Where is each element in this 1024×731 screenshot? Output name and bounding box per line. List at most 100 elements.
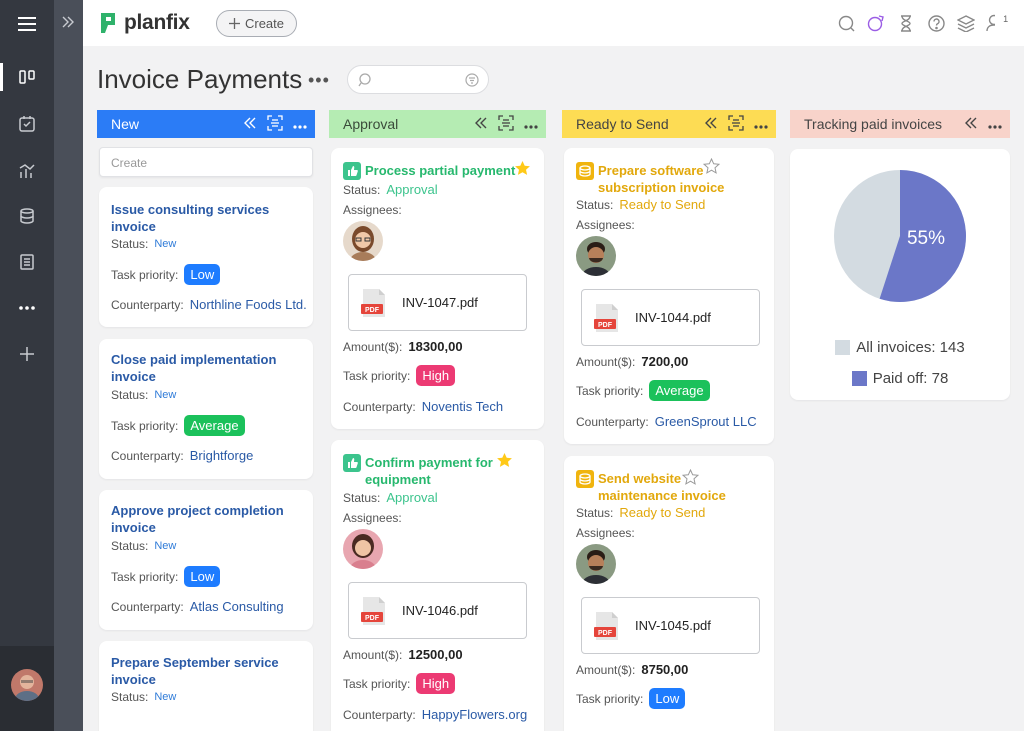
filter-icon[interactable] xyxy=(465,73,479,87)
collapse-column-icon[interactable] xyxy=(474,117,488,132)
legend-label-paid: Paid off: 78 xyxy=(872,370,949,387)
counterparty-link[interactable]: Northline Foods Ltd. xyxy=(190,297,307,312)
task-title[interactable]: Prepare software subscription invoice xyxy=(598,162,744,196)
task-title[interactable]: Close paid implementation invoice xyxy=(111,351,303,385)
task-card[interactable]: Confirm payment for equipment Status: App… xyxy=(331,440,544,731)
documents-icon[interactable] xyxy=(14,249,40,275)
priority-badge[interactable]: Low xyxy=(184,566,221,587)
collapse-column-icon[interactable] xyxy=(704,117,718,132)
scan-icon[interactable] xyxy=(267,114,283,134)
quick-create-field[interactable]: Create xyxy=(99,147,313,177)
tasks-icon[interactable] xyxy=(14,111,40,137)
task-card[interactable]: Issue consulting services invoice Status… xyxy=(99,187,313,327)
task-title[interactable]: Process partial payment xyxy=(365,162,532,179)
priority-badge[interactable]: Average xyxy=(649,380,710,401)
file-name: INV-1047.pdf xyxy=(402,295,478,310)
priority-badge[interactable]: High xyxy=(416,365,456,386)
user-icon[interactable]: 1 xyxy=(986,12,1008,34)
database-icon[interactable] xyxy=(14,203,40,229)
page-more-icon[interactable]: ••• xyxy=(308,70,330,91)
priority-label: Task priority: xyxy=(343,676,411,691)
star-outline-icon[interactable] xyxy=(702,157,721,180)
more-icon[interactable] xyxy=(14,295,40,321)
help-icon[interactable] xyxy=(926,12,946,34)
svg-text:PDF: PDF xyxy=(365,615,380,622)
task-title[interactable]: Issue consulting services invoice xyxy=(111,201,303,235)
task-card[interactable]: Close paid implementation invoice Status… xyxy=(99,339,313,479)
priority-badge[interactable]: High xyxy=(416,673,456,694)
counterparty-link[interactable]: Atlas Consulting xyxy=(190,599,284,614)
file-attachment[interactable]: PDF INV-1044.pdf xyxy=(581,289,760,346)
assignee-avatar[interactable] xyxy=(576,544,616,584)
column-more-icon[interactable] xyxy=(524,117,538,132)
boards-icon[interactable] xyxy=(14,64,40,90)
logo[interactable]: planfix xyxy=(99,11,190,35)
task-card[interactable]: Prepare software subscription invoice St… xyxy=(564,148,774,444)
column-more-icon[interactable] xyxy=(754,117,768,132)
task-title[interactable]: Send website maintenance invoice xyxy=(598,470,744,504)
collapse-column-icon[interactable] xyxy=(243,117,257,132)
scan-icon[interactable] xyxy=(498,114,514,134)
search-input[interactable] xyxy=(376,71,466,86)
task-card[interactable]: Process partial payment Status: Approval … xyxy=(331,148,544,429)
hourglass-icon[interactable] xyxy=(896,12,916,34)
status-value: Ready to Send xyxy=(619,505,706,520)
status-value: New xyxy=(154,691,177,703)
amount-value: 12500,00 xyxy=(408,647,463,662)
task-card[interactable]: Send website maintenance invoice Status:… xyxy=(564,456,774,731)
expand-panel-icon[interactable] xyxy=(61,15,75,33)
create-button-label: Create xyxy=(244,16,285,31)
priority-badge[interactable]: Average xyxy=(184,415,245,436)
counterparty-link[interactable]: Noventis Tech xyxy=(422,399,503,414)
priority-label: Task priority: xyxy=(111,418,179,433)
file-attachment[interactable]: PDF INV-1047.pdf xyxy=(348,274,527,331)
scan-icon[interactable] xyxy=(728,114,744,134)
counterparty-label: Counterparty: xyxy=(111,599,184,614)
amount-label: Amount($): xyxy=(343,339,403,354)
assignee-avatar[interactable] xyxy=(343,221,383,261)
assignee-avatar[interactable] xyxy=(343,529,383,569)
pdf-file-icon: PDF xyxy=(594,303,618,332)
star-icon[interactable] xyxy=(514,160,531,182)
column-more-icon[interactable] xyxy=(293,117,307,132)
status-label: Status: xyxy=(111,388,149,402)
priority-label: Task priority: xyxy=(576,383,644,398)
counterparty-link[interactable]: HappyFlowers.org xyxy=(422,707,528,722)
counterparty-link[interactable]: GreenSprout LLC xyxy=(655,414,757,429)
file-attachment[interactable]: PDF INV-1045.pdf xyxy=(581,597,760,654)
star-icon[interactable] xyxy=(496,452,513,474)
priority-label: Task priority: xyxy=(111,569,179,584)
task-title[interactable]: Prepare September service invoice xyxy=(111,654,303,688)
task-card[interactable]: Prepare September service invoice Status… xyxy=(99,641,313,731)
column-header-new[interactable]: New xyxy=(97,110,315,138)
magic-icon[interactable] xyxy=(866,12,886,34)
counterparty-link[interactable]: Brightforge xyxy=(190,448,254,463)
add-icon[interactable] xyxy=(14,341,40,367)
assignee-avatar[interactable] xyxy=(576,236,616,276)
task-card[interactable]: Approve project completion invoice Statu… xyxy=(99,490,313,630)
task-title[interactable]: Approve project completion invoice xyxy=(111,502,303,536)
user-avatar[interactable] xyxy=(11,669,43,701)
file-attachment[interactable]: PDF INV-1046.pdf xyxy=(348,582,527,639)
priority-badge[interactable]: Low xyxy=(649,688,686,709)
status-label: Status: xyxy=(111,539,149,553)
column-more-icon[interactable] xyxy=(988,117,1002,132)
column-header-tracking[interactable]: Tracking paid invoices xyxy=(790,110,1010,138)
analytics-icon[interactable] xyxy=(14,158,40,184)
column-header-ready-to-send[interactable]: Ready to Send xyxy=(562,110,776,138)
assignees-label: Assignees: xyxy=(576,526,635,540)
star-outline-icon[interactable] xyxy=(681,468,700,491)
priority-badge[interactable]: Low xyxy=(184,264,221,285)
board-search[interactable] xyxy=(347,65,489,94)
hamburger-menu-icon[interactable] xyxy=(14,11,40,37)
legend-paid: Paid off: 78 xyxy=(790,370,1010,387)
paid-pie-chart: 55% xyxy=(834,170,966,302)
search-icon[interactable] xyxy=(836,12,856,34)
top-icons: 1 xyxy=(836,12,1008,34)
collapse-column-icon[interactable] xyxy=(964,117,978,132)
svg-text:PDF: PDF xyxy=(598,630,613,637)
create-button[interactable]: Create xyxy=(216,10,297,37)
layers-icon[interactable] xyxy=(956,12,976,34)
task-title[interactable]: Confirm payment for equipment xyxy=(365,454,496,488)
column-header-approval[interactable]: Approval xyxy=(329,110,546,138)
